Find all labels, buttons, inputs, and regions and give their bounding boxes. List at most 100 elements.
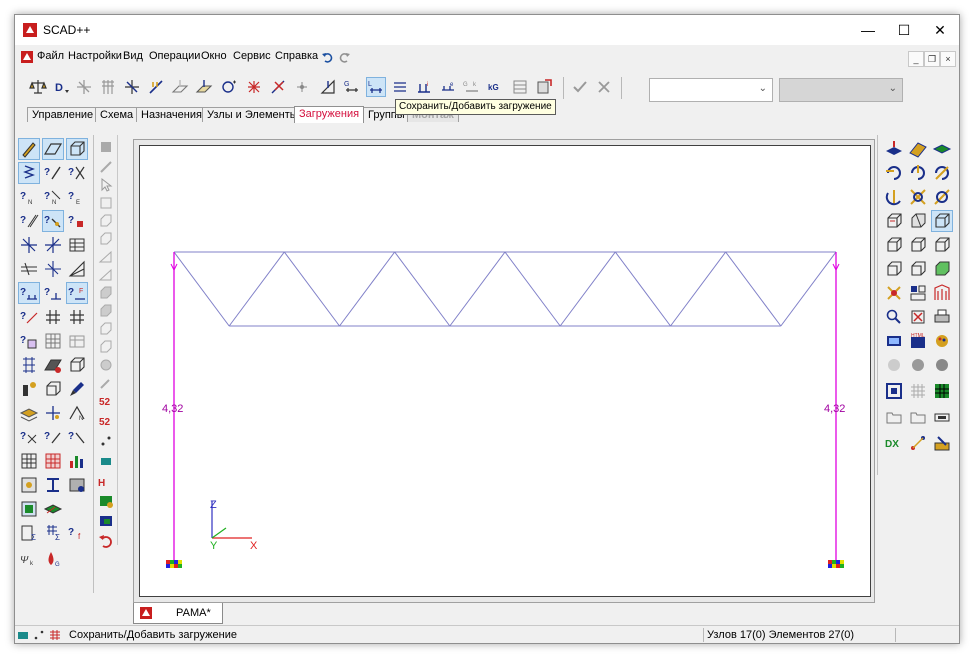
search-icon[interactable] — [884, 307, 904, 327]
bar-chart-icon[interactable] — [67, 451, 87, 471]
spring-icon[interactable] — [18, 162, 40, 184]
weight-load-icon[interactable]: kG — [487, 78, 505, 96]
network-icon[interactable] — [908, 433, 928, 453]
info-element-icon[interactable]: ? E — [67, 187, 87, 207]
load-case-icon[interactable] — [219, 78, 237, 96]
info-cross-icon[interactable]: ? — [67, 163, 87, 183]
cross-axes-2-icon[interactable] — [43, 235, 63, 255]
table-icon[interactable] — [19, 451, 39, 471]
beam-section-icon[interactable] — [43, 475, 63, 495]
cancel-cross-icon[interactable] — [595, 78, 613, 96]
dynamic-load-icon[interactable]: Gk — [463, 78, 481, 96]
brush-icon[interactable] — [67, 379, 87, 399]
grid-stack-icon[interactable]: H — [96, 471, 116, 491]
info-function-icon[interactable]: ? f — [67, 523, 87, 543]
grid-green-icon[interactable] — [932, 381, 952, 401]
rotate-x-icon[interactable] — [884, 163, 904, 183]
cube-icon[interactable] — [67, 355, 87, 375]
pencil-icon[interactable] — [18, 138, 40, 160]
tab-scheme[interactable]: Схема — [95, 107, 139, 122]
scale-frame-icon[interactable] — [884, 381, 904, 401]
branch-icon[interactable] — [43, 259, 63, 279]
info-group-3-icon[interactable]: ? — [67, 427, 87, 447]
node-marker-icon[interactable] — [293, 78, 311, 96]
mdi-close-button[interactable]: × — [940, 51, 956, 67]
filter-2-icon[interactable] — [96, 157, 116, 177]
filter-3-icon[interactable] — [96, 193, 116, 213]
filter-9-icon[interactable] — [96, 301, 116, 321]
plate-load-icon[interactable] — [171, 78, 189, 96]
mesh-grid-icon[interactable] — [43, 331, 63, 351]
filter-1-icon[interactable] — [96, 137, 116, 157]
info-load-2-icon[interactable]: ? — [43, 283, 63, 303]
section-icon[interactable]: N — [67, 403, 87, 423]
numbered-grid-2-icon[interactable]: 52 — [96, 411, 116, 431]
mesh-table-icon[interactable] — [67, 331, 87, 351]
box-icon[interactable] — [66, 138, 88, 160]
load-combination-icon[interactable]: i — [415, 78, 433, 96]
plate-red-icon[interactable] — [43, 355, 63, 375]
view-top-icon[interactable] — [884, 139, 904, 159]
nodal-force-icon[interactable] — [75, 78, 93, 96]
info-node-id-icon[interactable]: ? N — [43, 187, 63, 207]
displacement-icon[interactable]: D — [53, 78, 71, 96]
dots-grid-icon[interactable] — [19, 355, 39, 375]
view-cube-5-icon[interactable] — [908, 259, 928, 279]
cursor-icon[interactable] — [96, 175, 116, 195]
view-cube-2-icon[interactable] — [908, 235, 928, 255]
layers-icon[interactable] — [19, 403, 39, 423]
filter-4-icon[interactable] — [96, 211, 116, 231]
view-mesh-icon[interactable] — [908, 211, 928, 231]
column-color-icon[interactable] — [19, 379, 39, 399]
view-wire-icon[interactable] — [931, 210, 953, 232]
screen-icon[interactable] — [884, 331, 904, 351]
folder-icon[interactable] — [908, 407, 928, 427]
rotate-z-icon[interactable] — [932, 163, 952, 183]
load-list-icon[interactable] — [391, 78, 409, 96]
print-icon[interactable] — [932, 307, 952, 327]
grid-lines-icon[interactable] — [908, 381, 928, 401]
info-distributed-icon[interactable]: ? — [19, 307, 39, 327]
triangle-grid-icon[interactable] — [67, 259, 87, 279]
info-rigid-icon[interactable]: ? — [19, 211, 39, 231]
hash-icon[interactable] — [43, 307, 63, 327]
fragment-icon[interactable] — [884, 283, 904, 303]
view-cube-1-icon[interactable] — [884, 235, 904, 255]
model-canvas[interactable]: 4,32 4,32 Z Y X — [139, 145, 871, 597]
view-cube-3-icon[interactable] — [932, 235, 952, 255]
redo-icon[interactable] — [339, 51, 351, 63]
rotate-free-icon[interactable] — [908, 187, 928, 207]
palette-gray-icon[interactable] — [884, 355, 904, 375]
info-mesh-icon[interactable]: ? — [19, 331, 39, 351]
info-beam-icon[interactable]: ? — [43, 163, 63, 183]
move-node-icon[interactable] — [43, 403, 63, 423]
tab-control[interactable]: Управление — [27, 107, 99, 122]
node-load-icon[interactable] — [123, 78, 141, 96]
materials-icon[interactable] — [19, 499, 39, 519]
load-type-combo[interactable]: ⌄ — [779, 78, 903, 102]
info-stiffness-icon[interactable]: ? — [67, 211, 87, 231]
gray-ball-icon[interactable] — [932, 355, 952, 375]
menu-help[interactable]: Справка — [275, 50, 318, 62]
table-red-icon[interactable] — [43, 451, 63, 471]
node-link-icon[interactable] — [96, 451, 116, 471]
member-load-icon[interactable] — [147, 78, 165, 96]
menu-service[interactable]: Сервис — [233, 50, 271, 62]
view-cube-green-icon[interactable] — [932, 259, 952, 279]
temperature-load-icon[interactable] — [245, 78, 263, 96]
chevron-down-icon[interactable]: ⌄ — [759, 83, 767, 94]
axis-load-icon[interactable] — [319, 78, 337, 96]
tab-loads[interactable]: Загружения — [294, 106, 365, 123]
building-icon[interactable] — [932, 283, 952, 303]
load-sum-icon[interactable]: e — [439, 78, 457, 96]
load-group-icon[interactable]: G — [343, 78, 361, 96]
gray-disc-icon[interactable] — [908, 355, 928, 375]
menu-file[interactable]: Файл — [37, 50, 64, 62]
plate-grid-icon[interactable] — [96, 491, 116, 511]
rotate-diag-icon[interactable] — [932, 187, 952, 207]
grid-table-icon[interactable] — [67, 235, 87, 255]
hatch-icon[interactable] — [19, 259, 39, 279]
menu-view[interactable]: Вид — [123, 50, 143, 62]
mdi-restore-button[interactable]: ❐ — [924, 51, 940, 67]
mdi-minimize-button[interactable]: _ — [908, 51, 924, 67]
